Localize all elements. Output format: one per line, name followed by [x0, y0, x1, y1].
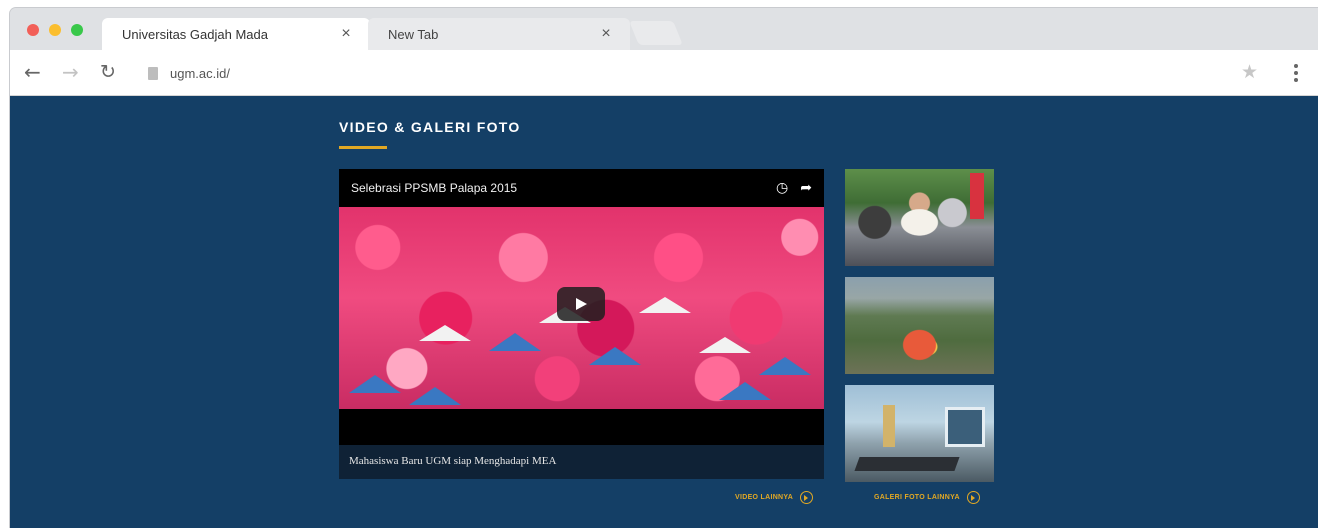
bookmark-star-icon[interactable]: ★: [1241, 61, 1258, 83]
watch-later-clock-icon[interactable]: ◷: [776, 180, 788, 196]
more-gallery-label: GALERI FOTO LAINNYA: [874, 494, 960, 501]
circle-arrow-icon: [800, 491, 814, 504]
address-bar[interactable]: ugm.ac.id/: [170, 66, 230, 81]
video-caption: Mahasiswa Baru UGM siap Menghadapi MEA: [339, 445, 824, 479]
tab-label: Universitas Gadjah Mada: [122, 26, 268, 42]
tab-close-icon[interactable]: ×: [598, 25, 614, 43]
decor-banner: [970, 173, 984, 219]
video-header: Selebrasi PPSMB Palapa 2015 ◷ ➦: [339, 169, 824, 207]
section-title: VIDEO & GALERI FOTO: [339, 119, 521, 135]
video-title[interactable]: Selebrasi PPSMB Palapa 2015: [351, 181, 764, 195]
more-videos-link[interactable]: VIDEO LAINNYA: [735, 491, 814, 504]
decor-hat: [409, 387, 461, 405]
decor-seats: [854, 457, 960, 471]
decor-hat: [419, 325, 471, 341]
browser-window: Universitas Gadjah Mada × New Tab × ← → …: [10, 8, 1318, 528]
decor-hat: [349, 375, 401, 393]
play-button[interactable]: [557, 287, 605, 321]
page-icon: [148, 67, 158, 80]
decor-door: [883, 405, 895, 447]
tab-strip: Universitas Gadjah Mada × New Tab ×: [10, 8, 1318, 50]
gallery-thumbnail-aerial[interactable]: [845, 277, 994, 374]
more-videos-label: VIDEO LAINNYA: [735, 494, 794, 501]
reload-icon[interactable]: ↻: [100, 62, 116, 82]
circle-arrow-icon: [966, 491, 980, 504]
share-icon[interactable]: ➦: [800, 180, 812, 196]
tab-close-icon[interactable]: ×: [338, 25, 354, 43]
tab-label: New Tab: [388, 26, 439, 42]
decor-hat: [589, 347, 641, 365]
title-underline: [339, 146, 387, 149]
forward-arrow-icon[interactable]: →: [62, 62, 79, 82]
browser-toolbar: ← → ↻ ugm.ac.id/ ★: [10, 50, 1318, 96]
decor-hat: [639, 297, 691, 313]
tab-universitas-gadjah-mada[interactable]: Universitas Gadjah Mada ×: [102, 18, 370, 50]
decor-window: [945, 407, 985, 447]
maximize-window-button[interactable]: [71, 24, 83, 36]
close-window-button[interactable]: [27, 24, 39, 36]
gallery-thumbnail-interior[interactable]: [845, 385, 994, 482]
menu-kebab-icon[interactable]: [1294, 64, 1298, 85]
video-thumbnail[interactable]: [339, 207, 824, 409]
page-content: VIDEO & GALERI FOTO Selebrasi PPSMB Pala…: [10, 96, 1318, 528]
video-letterbox: [339, 409, 824, 445]
decor-hat: [719, 382, 771, 400]
decor-hat: [759, 357, 811, 375]
video-player[interactable]: Selebrasi PPSMB Palapa 2015 ◷ ➦ Mahasisw…: [339, 169, 824, 479]
decor-hat: [699, 337, 751, 353]
back-arrow-icon[interactable]: ←: [24, 62, 41, 82]
more-gallery-link[interactable]: GALERI FOTO LAINNYA: [874, 491, 980, 504]
gallery-thumbnail-event[interactable]: [845, 169, 994, 266]
decor-hat: [489, 333, 541, 351]
new-tab-button[interactable]: [629, 21, 683, 45]
tab-new-tab[interactable]: New Tab ×: [368, 18, 630, 50]
minimize-window-button[interactable]: [49, 24, 61, 36]
